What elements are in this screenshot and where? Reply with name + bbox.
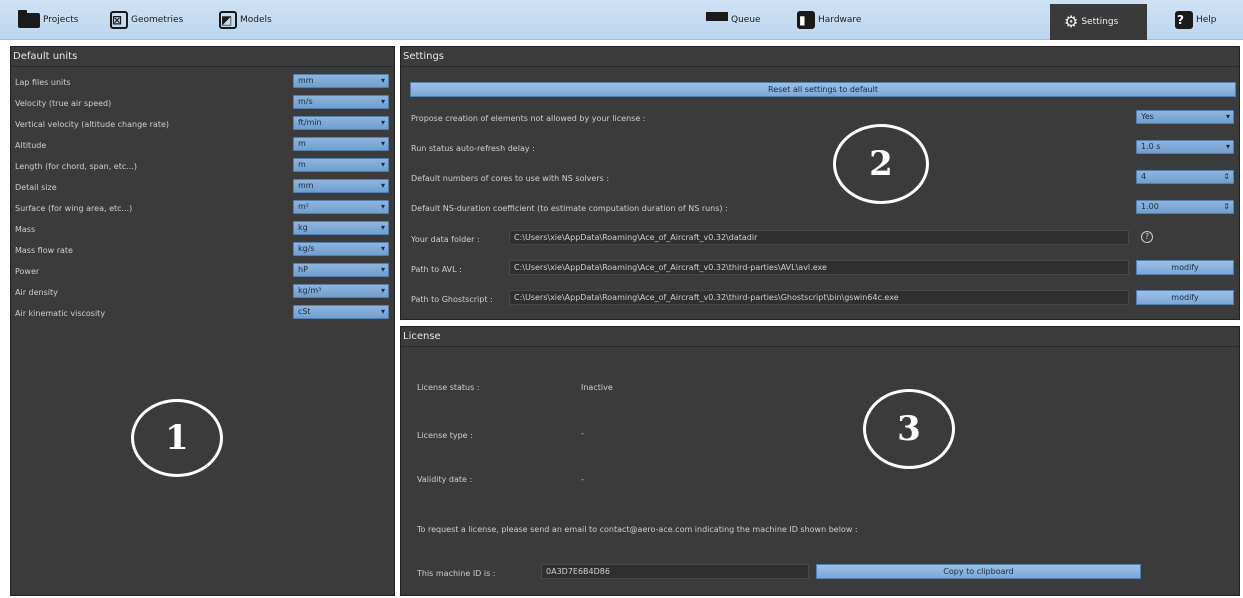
title-divider	[401, 66, 1239, 67]
unit-select[interactable]: m²	[293, 200, 389, 214]
unit-row: Vertical velocity (altitude change rate)…	[11, 116, 393, 134]
models-label: Models	[240, 15, 272, 25]
unit-label: Detail size	[15, 183, 57, 192]
geometries-button[interactable]: ⊠ Geometries	[110, 8, 183, 32]
license-panel: License License status : Inactive Licens…	[400, 326, 1240, 596]
gear-icon: ⚙	[1064, 12, 1079, 31]
cores-label: Default numbers of cores to use with NS …	[411, 174, 610, 183]
ghostscript-path-field[interactable]: C:\Users\xie\AppData\Roaming\Ace_of_Airc…	[509, 290, 1129, 305]
unit-row: Surface (for wing area, etc...) m²	[11, 200, 393, 218]
settings-panel: Settings Reset all settings to default P…	[400, 46, 1240, 320]
unit-select[interactable]: m	[293, 137, 389, 151]
refresh-select[interactable]: 1.0 s	[1136, 140, 1234, 154]
projects-button[interactable]: Projects	[18, 8, 78, 32]
unit-label: Velocity (true air speed)	[15, 99, 112, 108]
geometries-label: Geometries	[131, 15, 184, 25]
validity-date-label: Validity date :	[417, 475, 473, 484]
modify-avl-button[interactable]: modify	[1136, 260, 1234, 275]
unit-select[interactable]: hP	[293, 263, 389, 277]
hardware-icon: ▮	[797, 11, 815, 29]
unit-label: Altitude	[15, 141, 47, 150]
unit-select[interactable]: m	[293, 158, 389, 172]
unit-label: Power	[15, 267, 40, 276]
hardware-label: Hardware	[818, 15, 862, 25]
propose-select[interactable]: Yes	[1136, 110, 1234, 124]
unit-row: Mass kg	[11, 221, 393, 239]
hardware-button[interactable]: ▮ Hardware	[797, 8, 861, 32]
help-circle-icon[interactable]: ?	[1141, 231, 1153, 243]
avl-path-field[interactable]: C:\Users\xie\AppData\Roaming\Ace_of_Airc…	[509, 260, 1129, 275]
duration-label: Default NS-duration coefficient (to esti…	[411, 204, 728, 213]
callout-1: 1	[131, 399, 223, 477]
unit-label: Mass	[15, 225, 36, 234]
unit-row: Length (for chord, span, etc...) m	[11, 158, 393, 176]
unit-label: Mass flow rate	[15, 246, 73, 255]
reset-settings-button[interactable]: Reset all settings to default	[410, 82, 1236, 97]
help-button[interactable]: ? Help	[1175, 8, 1217, 32]
main-toolbar: Projects ⊠ Geometries ◩ Models Queue ▮ H…	[0, 0, 1243, 40]
unit-row: Air density kg/m³	[11, 284, 393, 302]
unit-row: Power hP	[11, 263, 393, 281]
propose-label: Propose creation of elements not allowed…	[411, 114, 646, 123]
unit-row: Air kinematic viscosity cSt	[11, 305, 393, 323]
callout-3: 3	[863, 389, 955, 469]
unit-row: Mass flow rate kg/s	[11, 242, 393, 260]
list-icon	[706, 12, 728, 28]
default-units-title: Default units	[13, 51, 78, 62]
unit-select[interactable]: cSt	[293, 305, 389, 319]
unit-select[interactable]: kg	[293, 221, 389, 235]
callout-2: 2	[833, 124, 929, 204]
unit-row: Lap files units mm	[11, 74, 393, 92]
unit-select[interactable]: mm	[293, 179, 389, 193]
help-icon: ?	[1175, 11, 1193, 29]
folder-icon	[18, 9, 40, 28]
queue-label: Queue	[731, 15, 761, 25]
unit-label: Vertical velocity (altitude change rate)	[15, 120, 170, 129]
title-divider	[11, 66, 394, 67]
data-folder-label: Your data folder :	[411, 235, 480, 244]
unit-select[interactable]: ft/min	[293, 116, 389, 130]
modify-ghostscript-button[interactable]: modify	[1136, 290, 1234, 305]
unit-label: Air kinematic viscosity	[15, 309, 106, 318]
license-status-value: Inactive	[581, 383, 613, 392]
data-folder-field[interactable]: C:\Users\xie\AppData\Roaming\Ace_of_Airc…	[509, 230, 1129, 245]
unit-label: Surface (for wing area, etc...)	[15, 204, 133, 213]
license-title: License	[403, 331, 441, 342]
settings-label: Settings	[1081, 17, 1119, 27]
models-button[interactable]: ◩ Models	[219, 8, 272, 32]
queue-button[interactable]: Queue	[706, 8, 761, 32]
refresh-label: Run status auto-refresh delay :	[411, 144, 535, 153]
projects-label: Projects	[43, 15, 79, 25]
model-icon: ◩	[219, 11, 237, 29]
machine-id-label: This machine ID is :	[417, 569, 496, 578]
unit-select[interactable]: m/s	[293, 95, 389, 109]
license-status-label: License status :	[417, 383, 480, 392]
geometry-icon: ⊠	[110, 11, 128, 29]
unit-row: Detail size mm	[11, 179, 393, 197]
avl-label: Path to AVL :	[411, 265, 462, 274]
unit-select[interactable]: kg/m³	[293, 284, 389, 298]
help-label: Help	[1196, 15, 1217, 25]
unit-label: Air density	[15, 288, 58, 297]
unit-label: Lap files units	[15, 78, 71, 87]
license-request-text: To request a license, please send an ema…	[417, 525, 858, 534]
settings-button[interactable]: ⚙ Settings	[1050, 4, 1147, 40]
title-divider	[401, 346, 1239, 347]
duration-spinbox[interactable]: 1.00	[1136, 200, 1234, 214]
unit-label: Length (for chord, span, etc...)	[15, 162, 137, 171]
unit-select[interactable]: kg/s	[293, 242, 389, 256]
unit-row: Altitude m	[11, 137, 393, 155]
unit-row: Velocity (true air speed) m/s	[11, 95, 393, 113]
unit-select[interactable]: mm	[293, 74, 389, 88]
machine-id-field[interactable]: 0A3D7E6B4D86	[541, 564, 809, 579]
ghostscript-label: Path to Ghostscript :	[411, 295, 493, 304]
default-units-panel: Default units Lap files units mm Velocit…	[10, 46, 395, 596]
validity-date-value: -	[581, 475, 584, 484]
license-type-value: -	[581, 429, 584, 438]
license-type-label: License type :	[417, 431, 473, 440]
copy-to-clipboard-button[interactable]: Copy to clipboard	[816, 564, 1141, 579]
settings-title: Settings	[403, 51, 445, 62]
cores-spinbox[interactable]: 4	[1136, 170, 1234, 184]
